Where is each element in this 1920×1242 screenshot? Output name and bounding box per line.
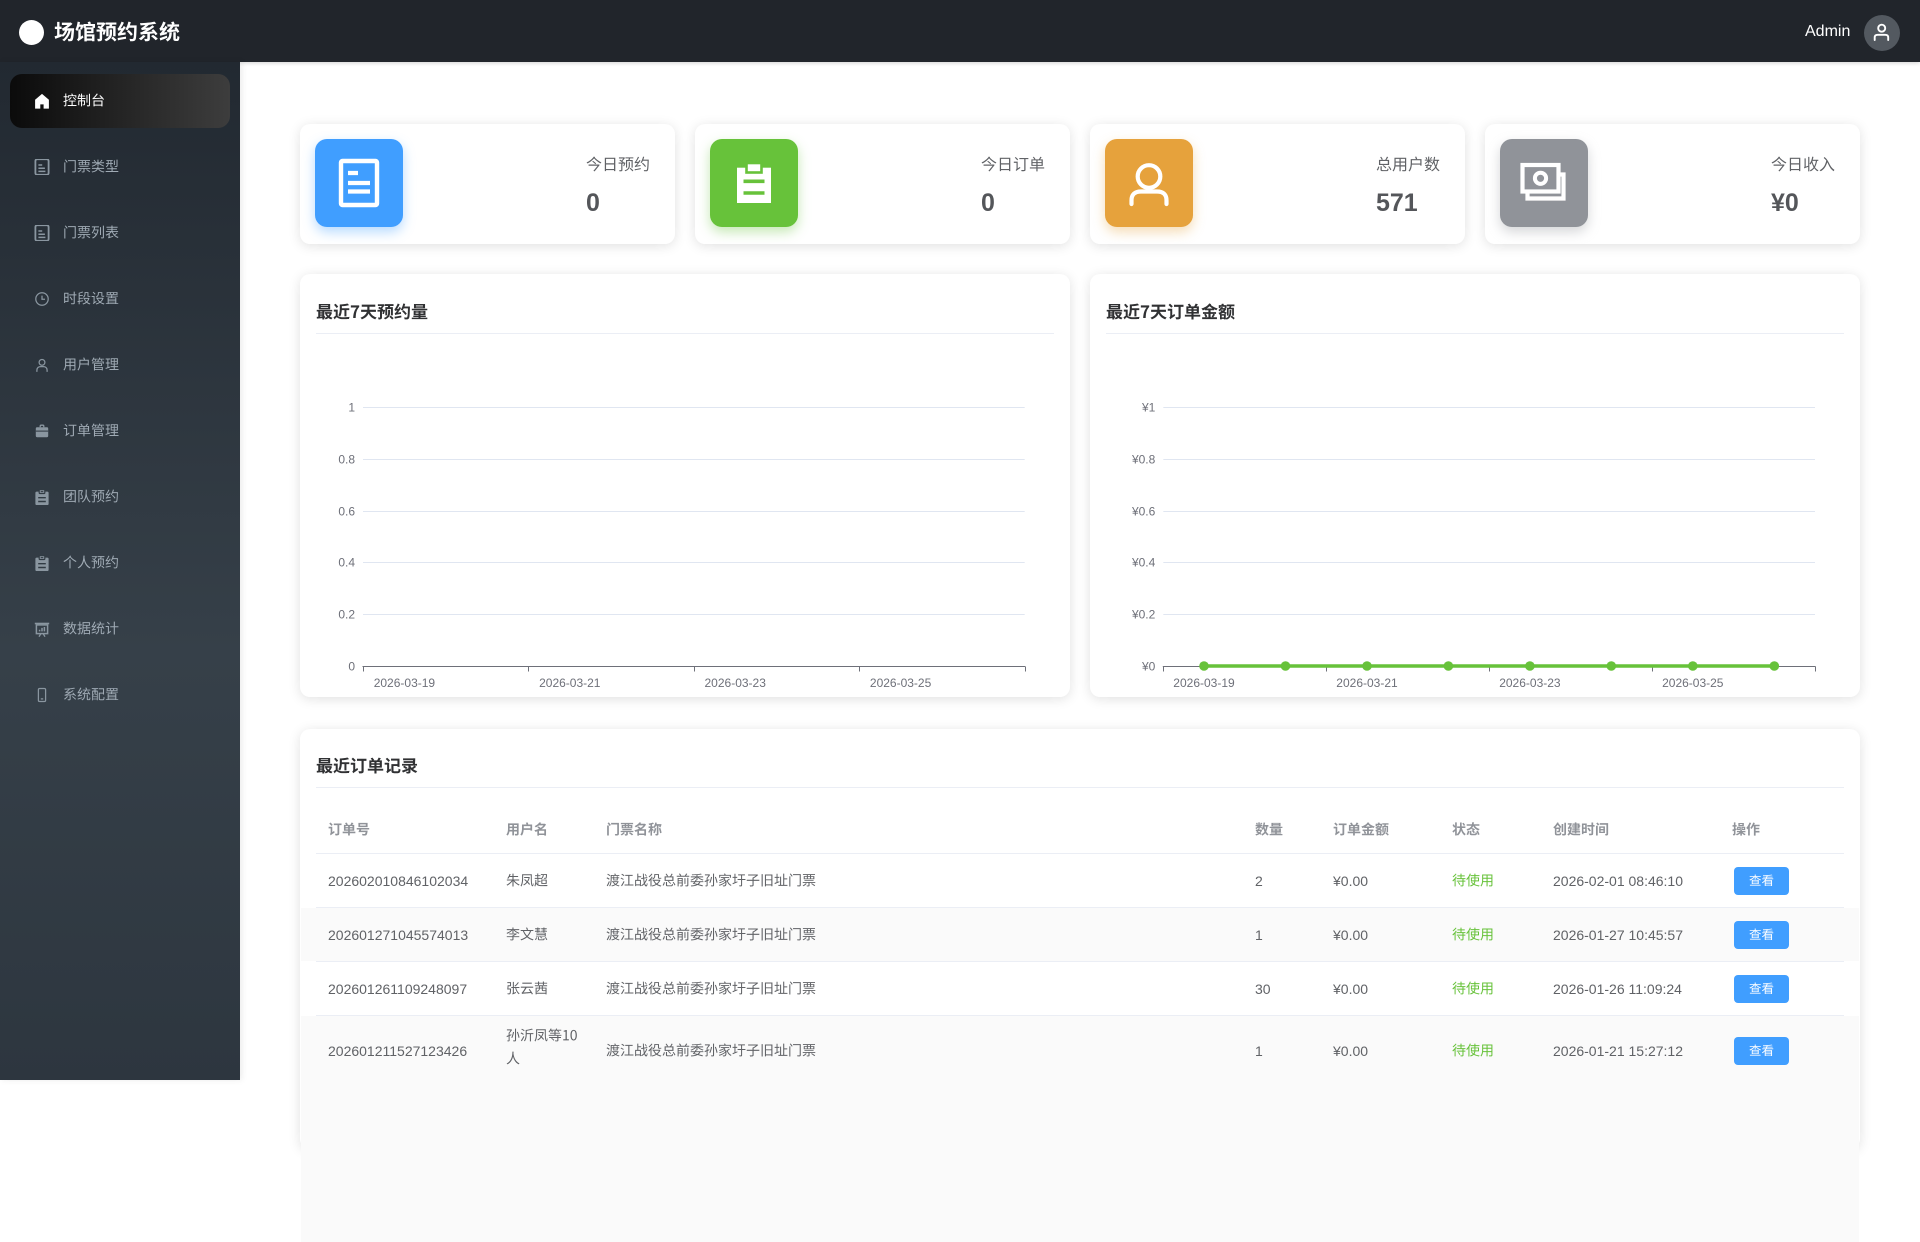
svg-text:0.2: 0.2 xyxy=(338,608,355,622)
svg-text:¥0.8: ¥0.8 xyxy=(1131,453,1156,467)
svg-text:0.6: 0.6 xyxy=(338,505,355,519)
svg-text:0.8: 0.8 xyxy=(338,453,355,467)
svg-text:2026-03-25: 2026-03-25 xyxy=(1662,676,1724,690)
svg-text:¥0.4: ¥0.4 xyxy=(1131,556,1156,570)
svg-text:2026-03-19: 2026-03-19 xyxy=(374,676,436,690)
svg-text:¥0.2: ¥0.2 xyxy=(1131,608,1156,622)
svg-text:1: 1 xyxy=(348,401,355,415)
svg-text:0: 0 xyxy=(348,660,355,674)
svg-text:2026-03-21: 2026-03-21 xyxy=(539,676,601,690)
svg-text:2026-03-21: 2026-03-21 xyxy=(1336,676,1398,690)
svg-text:2026-03-19: 2026-03-19 xyxy=(1173,676,1235,690)
svg-text:¥0: ¥0 xyxy=(1141,660,1156,674)
svg-text:¥0.6: ¥0.6 xyxy=(1131,505,1156,519)
svg-text:2026-03-25: 2026-03-25 xyxy=(870,676,932,690)
svg-text:¥1: ¥1 xyxy=(1141,401,1156,415)
svg-text:2026-03-23: 2026-03-23 xyxy=(1499,676,1561,690)
svg-text:0.4: 0.4 xyxy=(338,556,355,570)
svg-text:2026-03-23: 2026-03-23 xyxy=(705,676,767,690)
